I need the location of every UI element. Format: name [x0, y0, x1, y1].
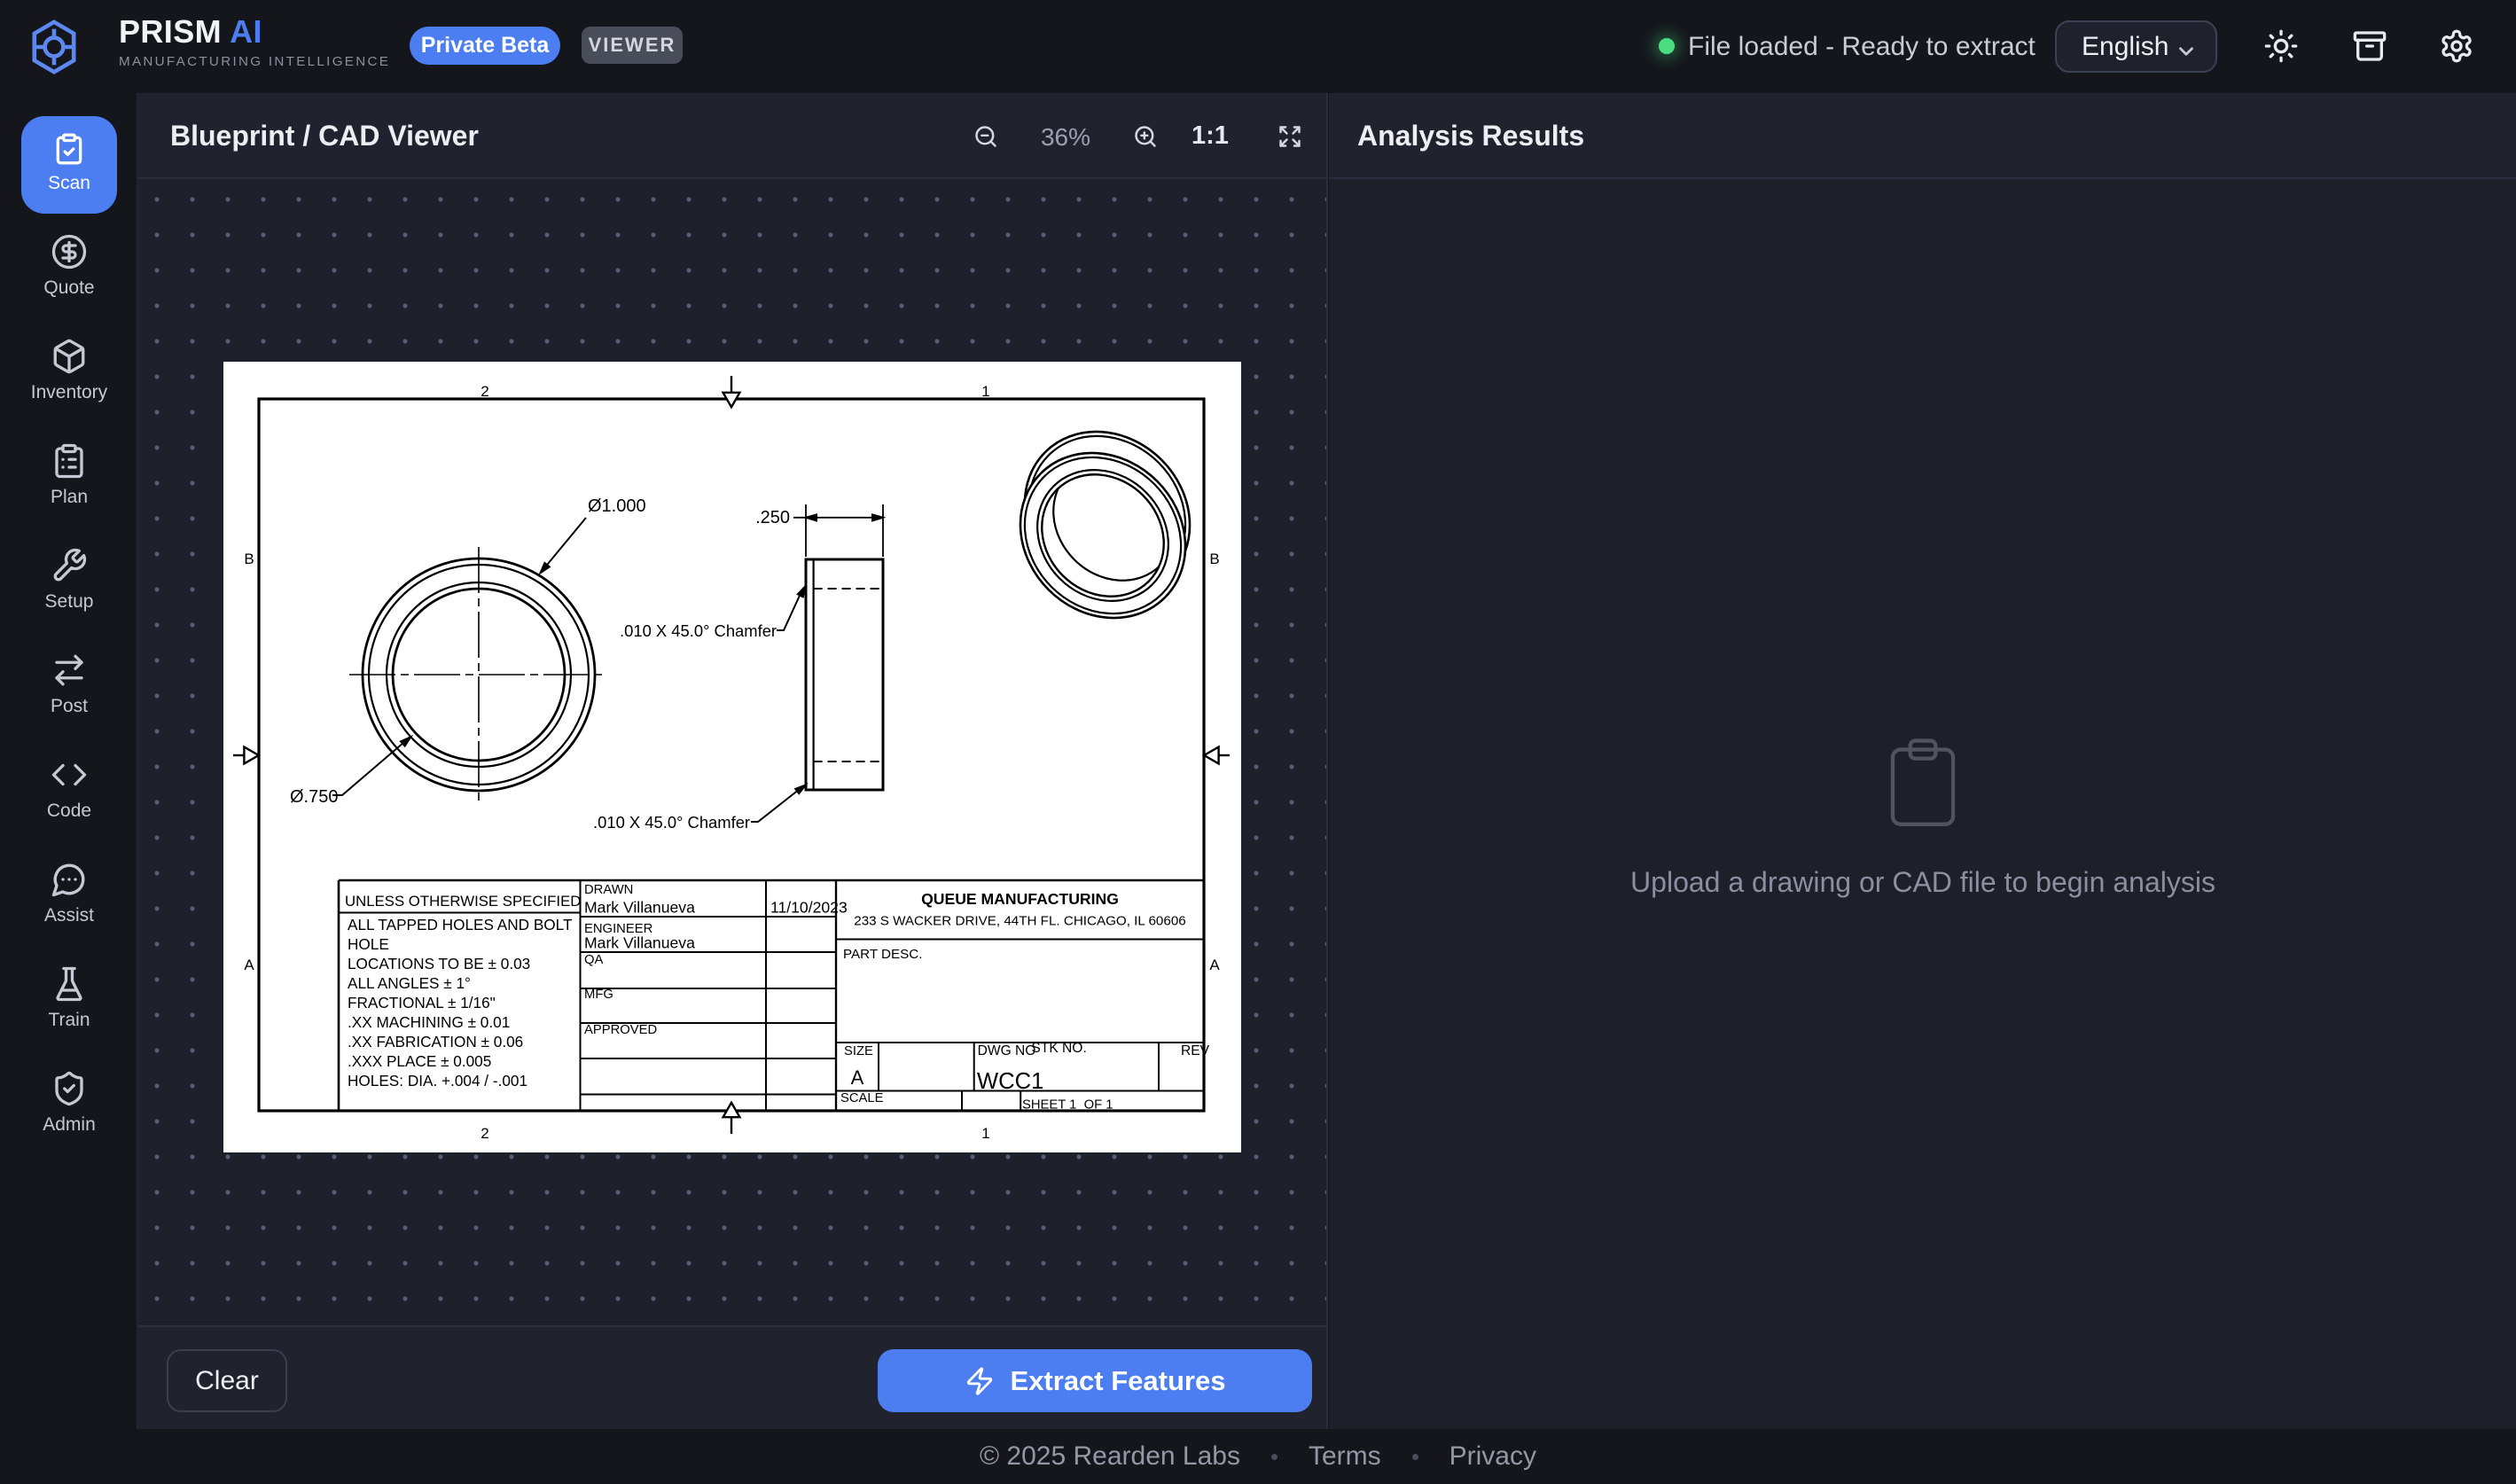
- svg-text:.010 X 45.0° Chamfer: .010 X 45.0° Chamfer: [593, 813, 750, 832]
- svg-text:Ø.750: Ø.750: [290, 787, 338, 807]
- svg-text:ALL ANGLES ± 1°: ALL ANGLES ± 1°: [348, 974, 471, 992]
- svg-text:REV: REV: [1181, 1043, 1210, 1058]
- svg-text:APPROVED: APPROVED: [584, 1023, 657, 1037]
- svg-text:STK NO.: STK NO.: [1031, 1041, 1086, 1056]
- svg-text:Mark Villanueva: Mark Villanueva: [584, 898, 695, 916]
- svg-text:WCC1: WCC1: [977, 1069, 1043, 1094]
- svg-text:.250: .250: [755, 508, 790, 527]
- svg-text:HOLES: DIA. +.004 / -.001: HOLES: DIA. +.004 / -.001: [348, 1072, 527, 1090]
- svg-text:.010 X 45.0° Chamfer: .010 X 45.0° Chamfer: [620, 621, 777, 640]
- svg-text:233 S WACKER DRIVE, 44TH FL. C: 233 S WACKER DRIVE, 44TH FL. CHICAGO, IL…: [854, 913, 1185, 928]
- svg-text:LOCATIONS TO BE ± 0.03: LOCATIONS TO BE ± 0.03: [348, 955, 530, 972]
- svg-text:1: 1: [981, 1125, 989, 1142]
- svg-text:SIZE: SIZE: [844, 1044, 873, 1058]
- svg-text:UNLESS OTHERWISE SPECIFIED: UNLESS OTHERWISE SPECIFIED: [345, 893, 581, 910]
- svg-text:A: A: [1209, 957, 1220, 973]
- svg-text:.XXX PLACE ± 0.005: .XXX PLACE ± 0.005: [348, 1052, 491, 1070]
- svg-text:2: 2: [481, 1125, 488, 1142]
- svg-text:DRAWN: DRAWN: [584, 883, 633, 897]
- svg-text:DWG NO: DWG NO: [978, 1043, 1036, 1058]
- svg-text:B: B: [244, 551, 254, 567]
- svg-text:A: A: [244, 957, 254, 973]
- svg-text:Ø1.000: Ø1.000: [588, 496, 646, 516]
- svg-text:A: A: [851, 1066, 864, 1089]
- svg-text:Mark Villanueva: Mark Villanueva: [584, 933, 695, 951]
- svg-text:QUEUE MANUFACTURING: QUEUE MANUFACTURING: [921, 890, 1119, 908]
- svg-text:ALL TAPPED HOLES AND BOLT: ALL TAPPED HOLES AND BOLT: [348, 916, 573, 933]
- svg-text:MFG: MFG: [584, 988, 613, 1002]
- svg-text:B: B: [1209, 551, 1219, 567]
- svg-text:1: 1: [981, 383, 989, 400]
- svg-text:QA: QA: [584, 953, 604, 967]
- svg-text:SHEET 1 OF 1: SHEET 1 OF 1: [1022, 1098, 1113, 1113]
- svg-text:HOLE: HOLE: [348, 935, 389, 953]
- svg-text:FRACTIONAL ± 1/16": FRACTIONAL ± 1/16": [348, 994, 496, 1011]
- svg-text:PART DESC.: PART DESC.: [843, 947, 922, 962]
- svg-text:11/10/2023: 11/10/2023: [770, 899, 848, 917]
- svg-text:2: 2: [481, 383, 488, 400]
- svg-text:.XX MACHINING ± 0.01: .XX MACHINING ± 0.01: [348, 1013, 510, 1031]
- svg-text:.XX FABRICATION ± 0.06: .XX FABRICATION ± 0.06: [348, 1033, 523, 1051]
- svg-text:SCALE: SCALE: [840, 1091, 884, 1105]
